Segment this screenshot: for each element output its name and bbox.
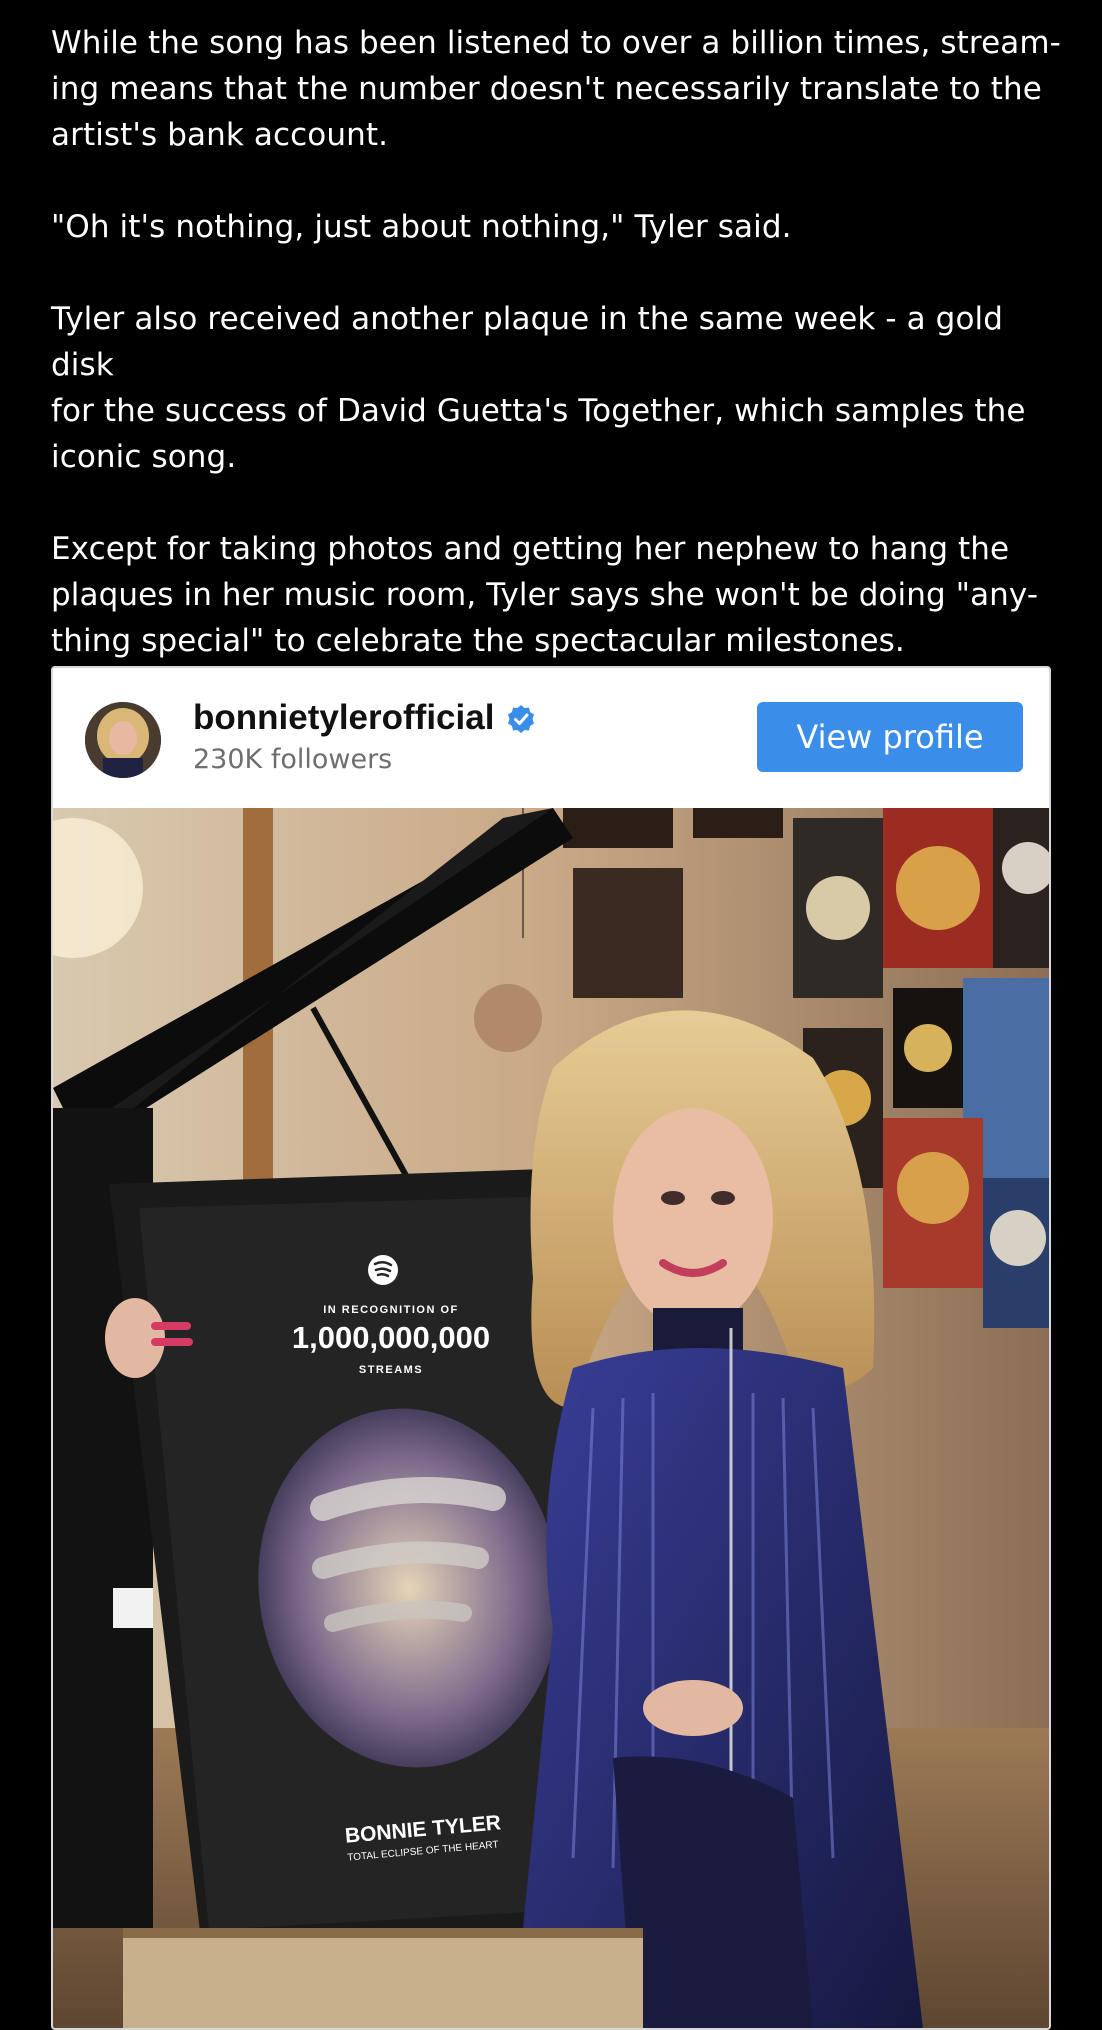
avatar[interactable] (85, 702, 161, 778)
plaque-recognition-label: IN RECOGNITION OF (323, 1304, 459, 1316)
follower-count: 230K followers (193, 744, 393, 775)
avatar-image (85, 702, 161, 778)
article-body: While the song has been listened to over… (51, 20, 1061, 710)
instagram-embed: bonnietylerofficial 230K followers View … (51, 666, 1051, 2030)
view-profile-button[interactable]: View profile (757, 702, 1023, 772)
photo-illustration (53, 808, 1049, 2028)
post-photo[interactable]: IN RECOGNITION OF 1,000,000,000 STREAMS … (53, 808, 1049, 2028)
article-paragraph: "Oh it's nothing, just about nothing," T… (51, 209, 792, 245)
article-paragraph: Tyler also received another plaque in th… (51, 301, 1026, 475)
verified-badge-icon (506, 703, 536, 733)
plaque-streams-label: STREAMS (358, 1364, 424, 1376)
article-paragraph: Except for taking photos and getting her… (51, 531, 1039, 659)
embed-header: bonnietylerofficial 230K followers View … (53, 668, 1049, 808)
article-paragraph: While the song has been listened to over… (51, 25, 1061, 153)
plaque-stream-count: 1,000,000,000 (291, 1320, 491, 1355)
profile-username[interactable]: bonnietylerofficial (193, 698, 536, 738)
username-text[interactable]: bonnietylerofficial (193, 698, 494, 738)
